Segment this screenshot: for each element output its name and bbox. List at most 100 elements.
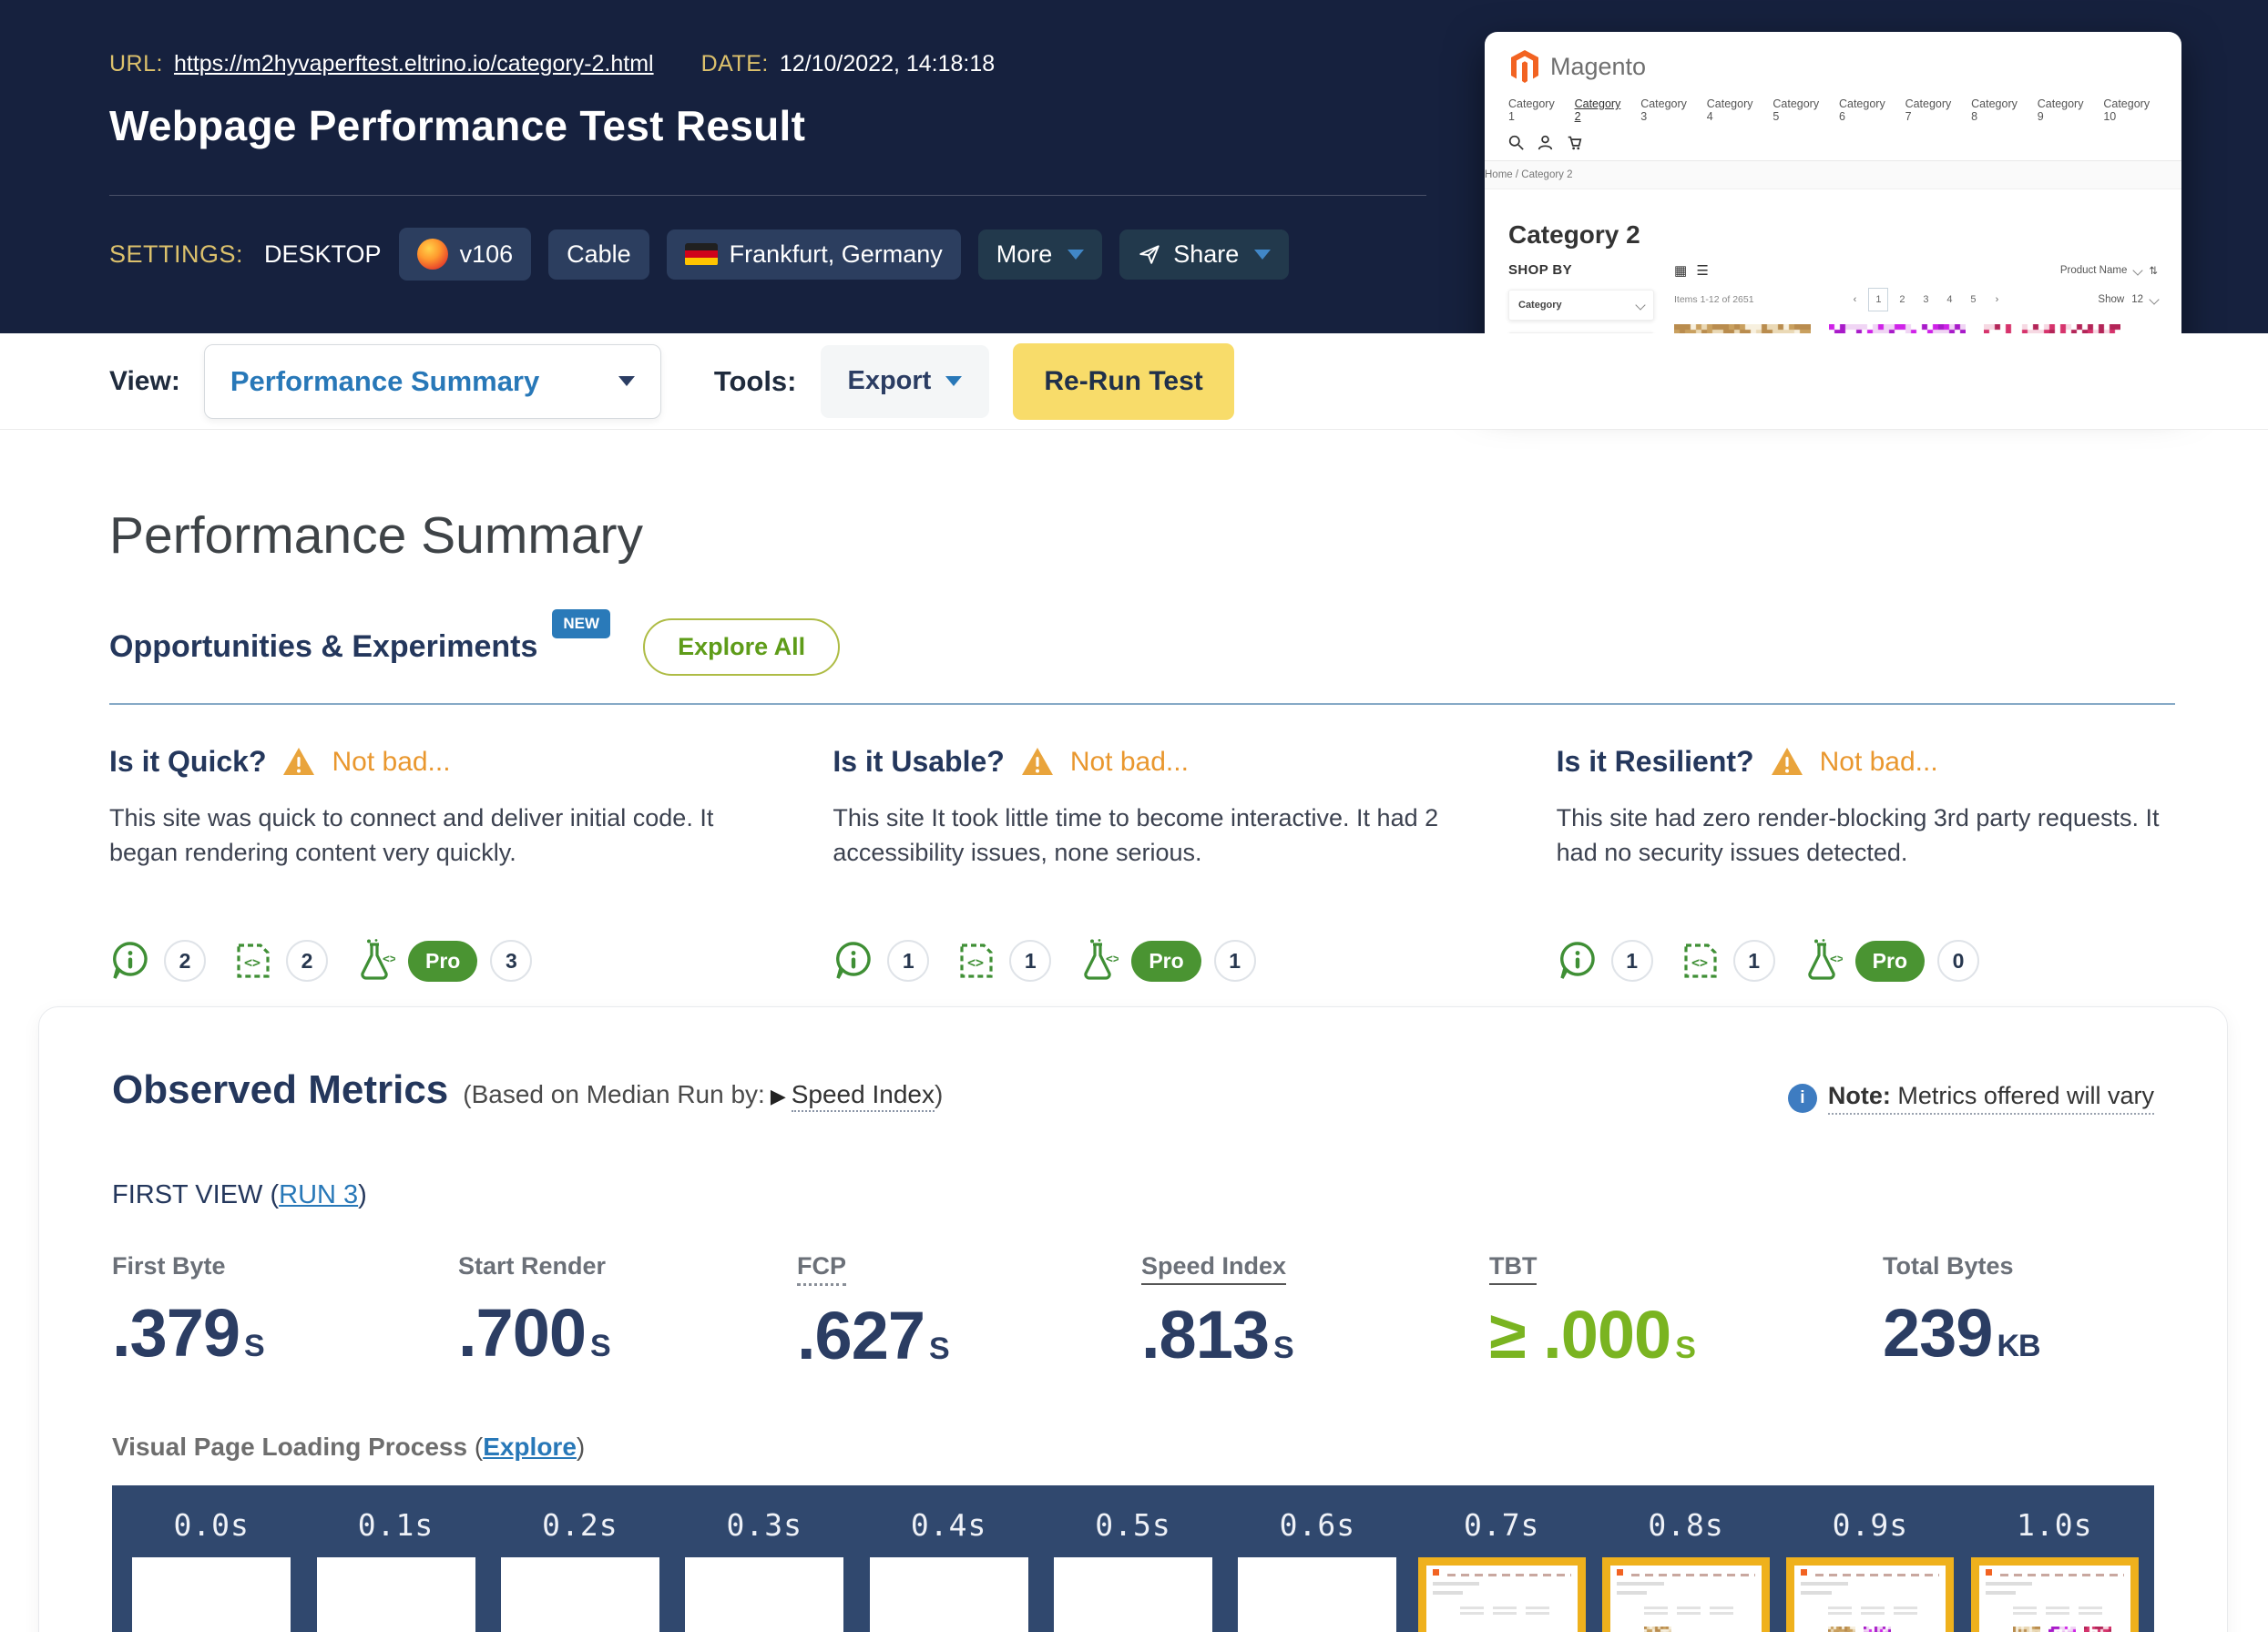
svg-text:<>: <>: [1830, 953, 1843, 966]
code-count[interactable]: 1: [1009, 940, 1051, 982]
more-button[interactable]: More: [978, 230, 1103, 280]
card-description: This site It took little time to become …: [833, 801, 1451, 908]
filmstrip-frame[interactable]: 0.9s: [1778, 1507, 1962, 1632]
explore-link[interactable]: Explore: [483, 1433, 577, 1461]
location-text: Frankfurt, Germany: [730, 240, 943, 269]
preview-pagination: ‹ 1 2 3 4 5 ›: [1844, 288, 2007, 311]
filmstrip-title: Visual Page Loading Process (Explore): [112, 1433, 2154, 1462]
opportunities-title: Opportunities & Experiments: [109, 629, 537, 665]
preview-breadcrumb: Home / Category 2: [1485, 161, 2181, 189]
filmstrip-thumbnail: [1418, 1557, 1586, 1632]
experiment-count[interactable]: 0: [1937, 940, 1979, 982]
preview-nav-item[interactable]: Category 10: [2103, 97, 2158, 123]
preview-page-button[interactable]: 2: [1892, 288, 1912, 311]
experiment-count[interactable]: 1: [1214, 940, 1256, 982]
info-bubble-icon: [833, 940, 874, 982]
settings-label: SETTINGS:: [109, 240, 243, 269]
preview-page-button[interactable]: 5: [1963, 288, 1983, 311]
filmstrip-frame[interactable]: 0.6s: [1225, 1507, 1409, 1632]
filmstrip-frame[interactable]: 0.0s: [119, 1507, 303, 1632]
code-file-icon: <>: [956, 940, 996, 982]
mini-product-image: [2048, 1627, 2076, 1632]
info-count[interactable]: 2: [164, 940, 206, 982]
filmstrip-time: 0.8s: [1648, 1507, 1723, 1543]
code-count[interactable]: 1: [1733, 940, 1775, 982]
preview-page-button[interactable]: ›: [1987, 288, 2007, 311]
preview-nav-item[interactable]: Category 1: [1508, 97, 1558, 123]
share-button[interactable]: Share: [1119, 230, 1289, 280]
browser-version: v106: [460, 240, 514, 269]
filmstrip-frame[interactable]: 0.7s: [1410, 1507, 1594, 1632]
sort-direction-icon: ⇅: [2149, 264, 2158, 277]
experiment-count[interactable]: 3: [490, 940, 532, 982]
observed-metrics-title: Observed Metrics: [112, 1067, 448, 1113]
observed-metrics-subtitle: (Based on Median Run by: ▶ Speed Index): [463, 1080, 943, 1109]
date-label: DATE:: [701, 51, 769, 77]
info-count[interactable]: 1: [1611, 940, 1653, 982]
experiment-flask-icon: <>: [1803, 939, 1843, 983]
preview-nav-item[interactable]: Category 5: [1773, 97, 1822, 123]
run-link[interactable]: RUN 3: [279, 1180, 358, 1209]
warning-icon: [282, 747, 315, 777]
filmstrip-frame[interactable]: 0.4s: [856, 1507, 1040, 1632]
rerun-test-button[interactable]: Re-Run Test: [1013, 343, 1233, 420]
filmstrip-time: 0.9s: [1833, 1507, 1908, 1543]
info-bubble-icon: [1557, 940, 1599, 982]
preview-nav-item[interactable]: Category 3: [1640, 97, 1690, 123]
view-label: View:: [109, 366, 180, 397]
filmstrip-frame[interactable]: 0.3s: [672, 1507, 856, 1632]
tested-url-link[interactable]: https://m2hyvaperftest.eltrino.io/catego…: [174, 51, 654, 77]
filmstrip: 0.0s 0.1s 0.2s 0.3s 0.4s 0.5s 0.6s 0.7s 0.8s 0.9s…: [112, 1485, 2154, 1632]
warning-icon: [1771, 747, 1803, 777]
mini-product-image: [1644, 1627, 1671, 1632]
mini-product-image: [2084, 1627, 2111, 1632]
preview-nav: Category 1 Category 2 Category 3 Category 4…: [1508, 97, 2158, 123]
filmstrip-frame[interactable]: 0.5s: [1041, 1507, 1225, 1632]
code-count[interactable]: 2: [286, 940, 328, 982]
observed-metrics-card: Observed Metrics (Based on Median Run by…: [38, 1006, 2228, 1632]
preview-nav-item[interactable]: Category 2: [1575, 97, 1624, 123]
metric-start-render: Start Render .700 S: [458, 1252, 797, 1374]
summary-card-usable: Is it Usable? Not bad... This site It to…: [833, 745, 1451, 983]
info-count[interactable]: 1: [887, 940, 929, 982]
metrics-row: First Byte .379 S Start Render .700 S FCP …: [112, 1252, 2154, 1374]
card-question: Is it Resilient?: [1557, 745, 1754, 779]
preview-page-button[interactable]: 1: [1868, 288, 1888, 311]
metrics-note[interactable]: i Note: Metrics offered will vary: [1788, 1082, 2154, 1115]
preview-category-title: Category 2: [1508, 220, 2158, 250]
chevron-down-icon: [1254, 250, 1271, 260]
filmstrip-time: 0.5s: [1095, 1507, 1170, 1543]
filmstrip-time: 1.0s: [2017, 1507, 2092, 1543]
preview-nav-item[interactable]: Category 6: [1839, 97, 1888, 123]
share-plane-icon: [1138, 242, 1161, 266]
filmstrip-frame[interactable]: 0.2s: [488, 1507, 672, 1632]
explore-all-button[interactable]: Explore All: [643, 618, 840, 676]
webpagetest-result-page: URL: https://m2hyvaperftest.eltrino.io/c…: [0, 0, 2268, 1632]
filmstrip-thumbnail: [1971, 1557, 2139, 1632]
svg-text:<>: <>: [1691, 954, 1708, 971]
speed-index-link[interactable]: Speed Index: [792, 1080, 935, 1112]
preview-page-button[interactable]: 4: [1939, 288, 1959, 311]
filmstrip-frame[interactable]: 0.1s: [303, 1507, 487, 1632]
chevron-down-icon: [2149, 294, 2159, 304]
location-badge: Frankfurt, Germany: [667, 230, 961, 280]
chevron-down-icon: [1635, 300, 1645, 310]
svg-text:<>: <>: [244, 954, 261, 971]
preview-page-button[interactable]: ‹: [1844, 288, 1864, 311]
filmstrip-frame[interactable]: 1.0s: [1963, 1507, 2147, 1632]
preview-nav-item[interactable]: Category 8: [1971, 97, 2020, 123]
preview-nav-item[interactable]: Category 9: [2038, 97, 2087, 123]
export-button[interactable]: Export: [821, 345, 990, 418]
filmstrip-frame[interactable]: 0.8s: [1594, 1507, 1778, 1632]
metric-first-byte: First Byte .379 S: [112, 1252, 458, 1374]
code-file-icon: <>: [1681, 940, 1721, 982]
show-value: 12: [2131, 294, 2143, 305]
preview-nav-item[interactable]: Category 7: [1905, 97, 1955, 123]
firefox-icon: [417, 239, 448, 270]
filmstrip-time: 0.3s: [727, 1507, 802, 1543]
warning-icon: [1021, 747, 1054, 777]
preview-nav-item[interactable]: Category 4: [1707, 97, 1756, 123]
filmstrip-thumbnail: [132, 1557, 291, 1632]
preview-page-button[interactable]: 3: [1916, 288, 1936, 311]
view-select[interactable]: Performance Summary: [204, 344, 661, 419]
